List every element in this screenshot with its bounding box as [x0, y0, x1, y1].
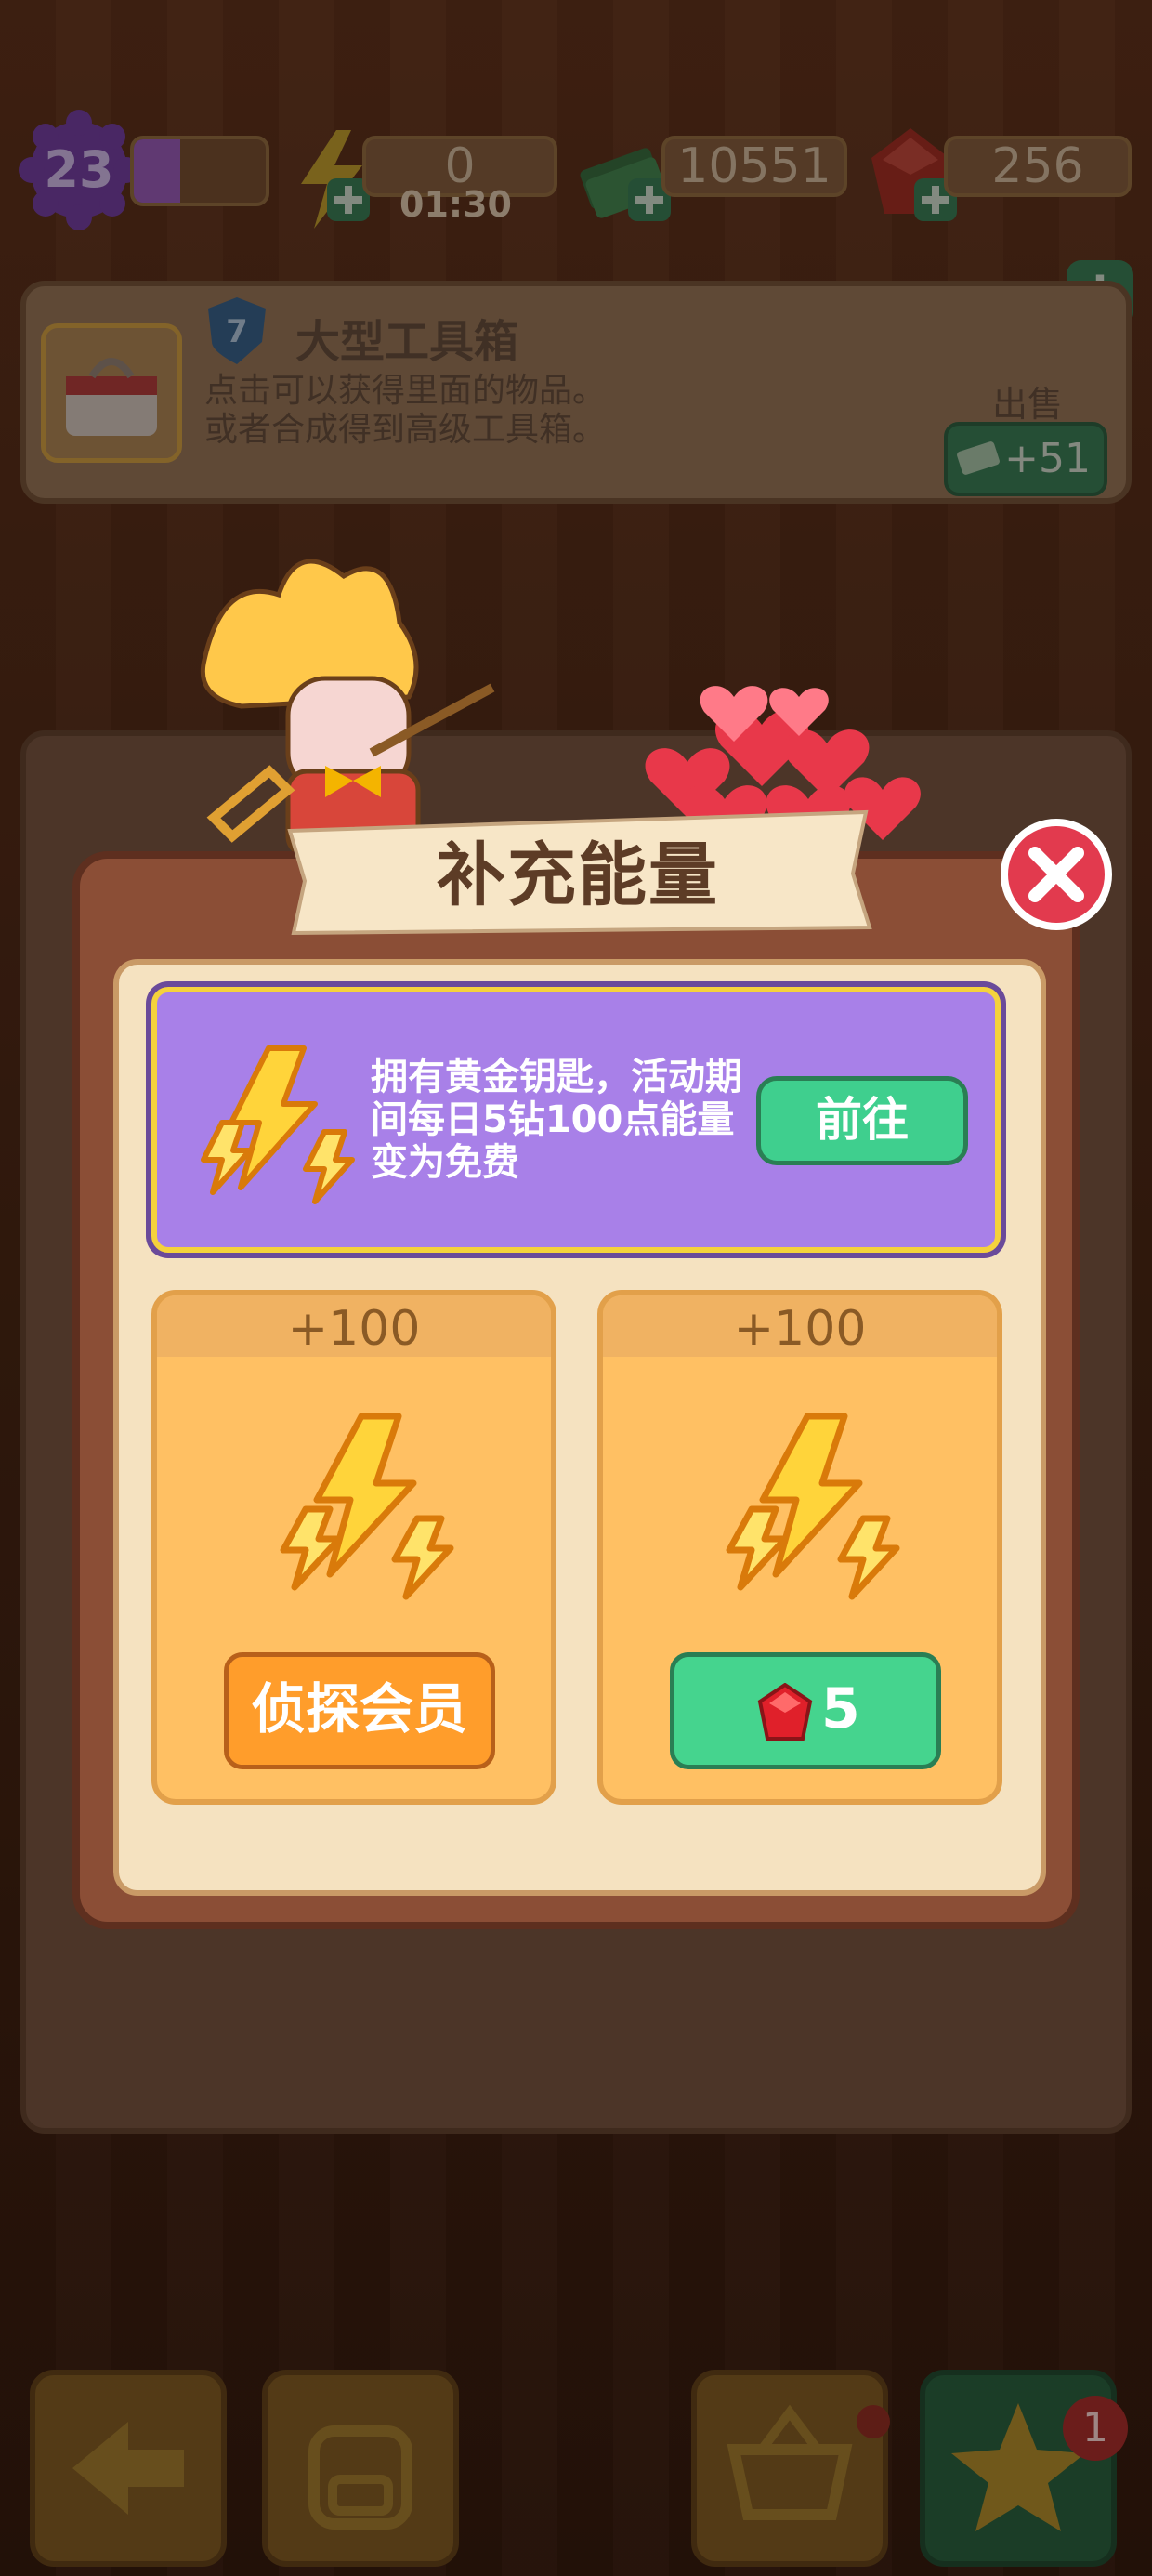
golden-key-promo: 拥有黄金钥匙，活动期间每日5钻100点能量变为免费 前往 — [151, 987, 1001, 1253]
energy-amount-label: +100 — [157, 1295, 551, 1357]
promo-text: 拥有黄金钥匙，活动期间每日5钻100点能量变为免费 — [371, 1056, 742, 1184]
gem-cost: 5 — [821, 1676, 860, 1741]
energy-bolts-icon — [280, 1413, 454, 1600]
go-button[interactable]: 前往 — [756, 1076, 968, 1165]
close-button[interactable]: × — [996, 814, 1117, 935]
energy-offer-card-membership: +100 侦探会员 — [151, 1290, 556, 1805]
promo-energy-bolts-icon — [201, 1045, 355, 1204]
energy-amount-label: +100 — [603, 1295, 997, 1357]
detective-membership-button[interactable]: 侦探会员 — [224, 1652, 495, 1769]
buy-with-gems-button[interactable]: 5 — [670, 1652, 941, 1769]
detective-character — [186, 539, 576, 858]
character-icon — [200, 559, 495, 858]
modal-title-ribbon: 补充能量 — [281, 808, 875, 937]
close-icon — [1001, 819, 1112, 930]
modal-title: 补充能量 — [437, 835, 719, 915]
energy-offer-card-gems: +100 5 — [597, 1290, 1002, 1805]
gem-icon — [757, 1683, 813, 1741]
energy-bolts-icon — [726, 1413, 900, 1600]
